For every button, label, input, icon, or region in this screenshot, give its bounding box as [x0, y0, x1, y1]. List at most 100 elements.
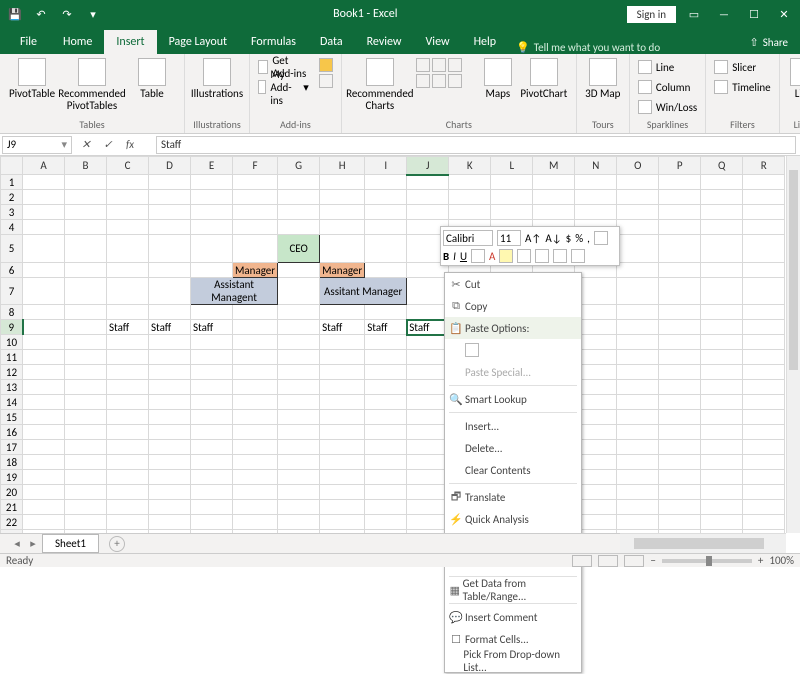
- cell-D1[interactable]: [149, 175, 191, 190]
- cell-M2[interactable]: [533, 190, 575, 205]
- cell-D18[interactable]: [149, 455, 191, 470]
- tab-insert[interactable]: Insert: [104, 30, 156, 54]
- cell-A5[interactable]: [23, 235, 65, 263]
- zoom-in-icon[interactable]: +: [758, 554, 763, 567]
- cell-E14[interactable]: [191, 395, 233, 410]
- cell-H6[interactable]: Manager: [320, 263, 365, 278]
- col-header-J[interactable]: J: [407, 157, 449, 175]
- enter-formula-icon[interactable]: ✓: [100, 136, 116, 154]
- cell-P1[interactable]: [659, 175, 701, 190]
- col-header-M[interactable]: M: [533, 157, 575, 175]
- cell-I3[interactable]: [365, 205, 407, 220]
- cell-B6[interactable]: [65, 263, 107, 278]
- cell-H18[interactable]: [320, 455, 365, 470]
- col-header-D[interactable]: D: [149, 157, 191, 175]
- cell-P19[interactable]: [659, 470, 701, 485]
- tab-view[interactable]: View: [414, 30, 462, 54]
- cell-B17[interactable]: [65, 440, 107, 455]
- ribbon-display-icon[interactable]: ▭: [682, 4, 706, 24]
- row-header-3[interactable]: 3: [1, 205, 23, 220]
- cell-J18[interactable]: [407, 455, 449, 470]
- col-header-Q[interactable]: Q: [701, 157, 743, 175]
- cell-A2[interactable]: [23, 190, 65, 205]
- cell-H20[interactable]: [320, 485, 365, 500]
- row-header-10[interactable]: 10: [1, 335, 23, 350]
- cell-H16[interactable]: [320, 425, 365, 440]
- cell-N1[interactable]: [575, 175, 617, 190]
- cell-J8[interactable]: [407, 305, 449, 320]
- cell-H5[interactable]: [320, 235, 365, 263]
- cell-H9[interactable]: Staff: [320, 320, 365, 335]
- pie-chart-icon[interactable]: [448, 58, 462, 72]
- undo-icon[interactable]: ↶: [30, 3, 52, 25]
- cell-J2[interactable]: [407, 190, 449, 205]
- col-header-E[interactable]: E: [191, 157, 233, 175]
- cell-R14[interactable]: [743, 395, 785, 410]
- sparkline-winloss[interactable]: Win/Loss: [638, 98, 697, 116]
- cell-O3[interactable]: [617, 205, 659, 220]
- cell-H7[interactable]: Assitant Manager: [320, 278, 407, 305]
- cell-B5[interactable]: [65, 235, 107, 263]
- tellme-search[interactable]: 💡 Tell me what you want to do: [508, 41, 737, 54]
- cell-G12[interactable]: [278, 365, 320, 380]
- bing-icon[interactable]: [319, 58, 333, 72]
- cell-B21[interactable]: [65, 500, 107, 515]
- cell-A11[interactable]: [23, 350, 65, 365]
- italic-icon[interactable]: I: [453, 250, 456, 263]
- cell-D21[interactable]: [149, 500, 191, 515]
- cell-A9[interactable]: [23, 320, 65, 335]
- cell-L3[interactable]: [491, 205, 533, 220]
- cell-B16[interactable]: [65, 425, 107, 440]
- tab-pagelayout[interactable]: Page Layout: [157, 30, 239, 54]
- cell-C22[interactable]: [107, 515, 149, 530]
- fx-icon[interactable]: fx: [122, 136, 138, 154]
- cell-B20[interactable]: [65, 485, 107, 500]
- cell-B10[interactable]: [65, 335, 107, 350]
- cell-H12[interactable]: [320, 365, 365, 380]
- cell-B9[interactable]: [65, 320, 107, 335]
- cell-E10[interactable]: [191, 335, 233, 350]
- cell-P13[interactable]: [659, 380, 701, 395]
- cell-N3[interactable]: [575, 205, 617, 220]
- decrease-font-icon[interactable]: A↓: [545, 232, 561, 245]
- cell-I9[interactable]: Staff: [365, 320, 407, 335]
- cell-F22[interactable]: [233, 515, 278, 530]
- worksheet-grid[interactable]: ABCDEFGHIJKLMNOPQR 12345CEO6ManagerManag…: [0, 156, 800, 560]
- cell-D7[interactable]: [149, 278, 191, 305]
- cell-H10[interactable]: [320, 335, 365, 350]
- cell-I11[interactable]: [365, 350, 407, 365]
- cell-E11[interactable]: [191, 350, 233, 365]
- scrollbar-horizontal[interactable]: [620, 533, 786, 553]
- cell-Q21[interactable]: [701, 500, 743, 515]
- cell-I5[interactable]: [365, 235, 407, 263]
- cell-B11[interactable]: [65, 350, 107, 365]
- cell-A14[interactable]: [23, 395, 65, 410]
- cell-O20[interactable]: [617, 485, 659, 500]
- cell-E21[interactable]: [191, 500, 233, 515]
- col-header-C[interactable]: C: [107, 157, 149, 175]
- col-header-B[interactable]: B: [65, 157, 107, 175]
- sparkline-column[interactable]: Column: [638, 78, 697, 96]
- cell-G8[interactable]: [278, 305, 320, 320]
- cell-F15[interactable]: [233, 410, 278, 425]
- ctx-smart-lookup[interactable]: 🔍Smart Lookup: [445, 388, 581, 410]
- cell-G3[interactable]: [278, 205, 320, 220]
- cell-H15[interactable]: [320, 410, 365, 425]
- cell-F8[interactable]: [233, 305, 278, 320]
- cell-G16[interactable]: [278, 425, 320, 440]
- cell-D9[interactable]: Staff: [149, 320, 191, 335]
- ctx-pick-dropdown[interactable]: Pick From Drop-down List...: [445, 650, 581, 672]
- cell-J19[interactable]: [407, 470, 449, 485]
- cell-E12[interactable]: [191, 365, 233, 380]
- cell-E4[interactable]: [191, 220, 233, 235]
- tab-review[interactable]: Review: [355, 30, 414, 54]
- cell-E16[interactable]: [191, 425, 233, 440]
- cell-Q9[interactable]: [701, 320, 743, 335]
- cell-G18[interactable]: [278, 455, 320, 470]
- cell-G6[interactable]: [278, 263, 320, 278]
- cell-Q14[interactable]: [701, 395, 743, 410]
- col-header-H[interactable]: H: [320, 157, 365, 175]
- cell-B4[interactable]: [65, 220, 107, 235]
- cell-P8[interactable]: [659, 305, 701, 320]
- cell-M1[interactable]: [533, 175, 575, 190]
